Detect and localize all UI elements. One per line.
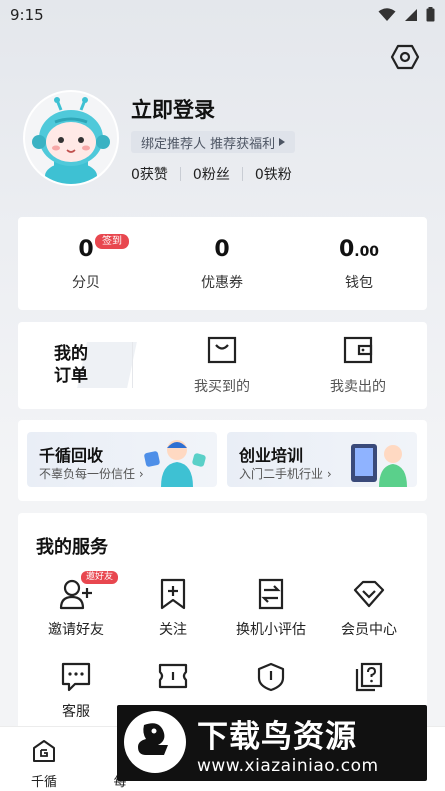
bind-referrer-button[interactable]: 绑定推荐人 推荐获福利 [131,131,296,153]
service-label: 会员中心 [341,622,397,638]
wallet-item-points[interactable]: 0 分贝 [18,217,154,292]
service-customer-support[interactable]: 客服 [26,662,126,721]
bird-logo-icon [138,723,168,755]
chevron-right-icon: › [326,467,332,481]
service-label: 邀请好友 [48,622,104,638]
stat-iron-fans[interactable]: 0铁粉 [255,164,292,184]
mascot-avatar-image [32,97,110,184]
home-icon [33,740,55,762]
promo-recycle[interactable]: 千循回收 不辜负每一份信任 › [27,432,217,487]
promo-recycle-title: 千循回收 [39,446,104,465]
coupons-label: 优惠券 [201,275,243,291]
promo-training-title: 创业培训 [239,446,304,465]
watermark-logo [124,711,186,773]
wallet-label: 钱包 [345,275,373,291]
wallet-value-dec: .00 [354,244,380,260]
swap-icon [258,578,284,610]
status-icons [378,7,435,22]
promo-card: 千循回收 不辜负每一份信任 › 创业培训 入门二手机行业 › [18,420,427,501]
orders-title[interactable]: 我的 订单 [54,343,88,387]
orders-card: 我的 订单 我买到的 我卖出的 [18,322,427,409]
training-mascot-image [351,444,407,487]
ticket-icon [158,663,188,689]
sign-in-badge[interactable]: 签到 [95,234,129,249]
bought-orders-button[interactable]: 我买到的 [172,336,272,396]
promo-training-subtitle: 入门二手机行业 › [239,467,332,481]
service-follow[interactable]: 关注 [123,578,223,639]
help-icon [355,662,383,692]
service-security[interactable] [221,662,321,692]
bought-label: 我买到的 [194,379,250,395]
orders-title-line2: 订单 [54,366,88,386]
watermark-overlay: 下载鸟资源 www.xiazainiao.com [117,705,427,781]
service-label: 换机小评估 [236,622,306,638]
service-invite-friends[interactable]: 邀请好友 [26,578,126,639]
invite-badge: 邀好友 [81,571,119,584]
status-time: 9:15 [10,6,44,24]
service-membership[interactable]: 会员中心 [319,578,419,639]
diamond-icon [353,580,385,608]
points-value: 0 [78,237,94,262]
services-title: 我的服务 [36,537,108,558]
orders-title-line1: 我的 [54,344,88,364]
promo-training[interactable]: 创业培训 入门二手机行业 › [227,432,417,487]
tab-home[interactable]: 千循 [14,739,74,790]
stat-likes[interactable]: 0获赞 [131,164,168,184]
battery-icon [426,7,435,22]
sold-label: 我卖出的 [330,379,386,395]
wallet-item-wallet[interactable]: 0.00 钱包 [291,217,427,292]
stat-fans[interactable]: 0粉丝 [193,164,230,184]
watermark-title: 下载鸟资源 [197,719,357,755]
service-label: 客服 [62,704,90,720]
tab-home-label: 千循 [30,775,57,790]
service-help[interactable] [319,662,419,692]
chat-icon [61,662,91,692]
profile-stats: 0获赞 0粉丝 0铁粉 [131,164,292,184]
watermark-url: www.xiazainiao.com [197,756,379,776]
service-trade-in[interactable]: 换机小评估 [221,578,321,639]
status-bar: 9:15 [0,0,445,30]
divider [241,167,243,181]
bookmark-plus-icon [160,578,186,610]
points-label: 分贝 [72,275,100,291]
bind-referrer-label: 绑定推荐人 推荐获福利 [141,136,276,152]
shopping-bag-icon [207,336,237,364]
avatar[interactable] [23,90,119,186]
wifi-icon [378,7,396,21]
coupons-value: 0 [214,237,230,262]
service-label: 关注 [159,622,187,638]
divider [179,167,181,181]
signal-icon [405,8,417,21]
wallet-item-coupons[interactable]: 0 优惠券 [154,217,290,292]
wallet-icon [343,336,373,364]
wallet-value-int: 0 [338,237,355,262]
divider [132,342,133,388]
service-ticket[interactable] [123,662,223,690]
recycle-mascot-image [144,440,206,487]
login-title[interactable]: 立即登录 [131,94,215,124]
wallet-card: 0 分贝 0 优惠券 0.00 钱包 [18,217,427,310]
triangle-right-icon [279,138,286,146]
shield-icon [257,662,285,692]
settings-button[interactable] [390,42,420,72]
promo-recycle-subtitle: 不辜负每一份信任 › [39,467,144,481]
wallet-value: 0.00 [291,235,427,265]
sold-orders-button[interactable]: 我卖出的 [308,336,408,396]
settings-icon [390,44,420,70]
